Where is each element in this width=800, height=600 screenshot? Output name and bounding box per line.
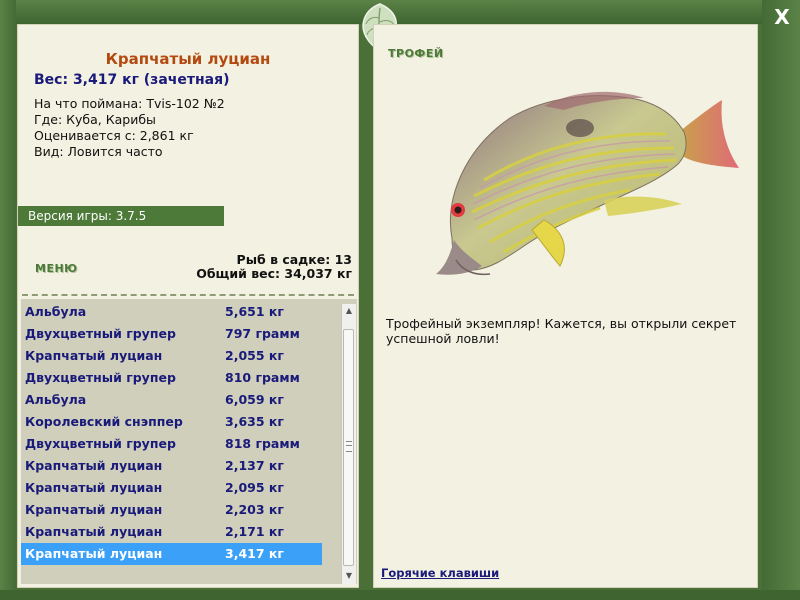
trophy-window: X Крапчатый луциан Вес: 3,417 кг (зачетн… [0,0,800,600]
catch-fish-name: Крапчатый луциан [25,348,163,363]
catch-fish-weight: 6,059 кг [225,392,284,407]
keepnet-total-weight: Общий вес: 34,037 кг [196,266,352,281]
catch-fish-name: Двухцветный групер [25,436,176,451]
catch-fish-weight: 2,137 кг [225,458,284,473]
catch-list-row[interactable]: Крапчатый луциан 2,203 кг [21,499,322,521]
catch-list-row[interactable]: Крапчатый луциан 2,055 кг [21,345,322,367]
game-version-bar: Версия игры: 3.7.5 [18,206,224,226]
frequency-info: Вид: Ловится часто [34,144,163,159]
list-scrollbar[interactable]: ▲ ▼ [341,304,356,584]
scroll-up-icon[interactable]: ▲ [342,304,356,318]
location-info: Где: Куба, Карибы [34,112,156,127]
catch-fish-name: Крапчатый луциан [25,502,163,517]
catch-list-row[interactable]: Альбула 5,651 кг [21,301,322,323]
trophy-description: Трофейный экземпляр! Кажется, вы открыли… [386,316,737,346]
catch-fish-name: Крапчатый луциан [25,546,163,561]
scroll-grip-icon [346,441,352,452]
catch-list-row[interactable]: Королевский снэппер 3,635 кг [21,411,322,433]
trophy-panel: ТРОФЕЙ Трофейный экземпляр! Кажется, вы … [373,24,758,588]
catch-fish-name: Альбула [25,392,87,407]
divider [22,294,354,296]
catch-list-row[interactable]: Альбула 6,059 кг [21,389,322,411]
bait-info: На что поймана: Tvis-102 №2 [34,96,225,111]
catch-list-row[interactable]: Крапчатый луциан 2,095 кг [21,477,322,499]
catch-fish-weight: 2,171 кг [225,524,284,539]
scroll-thumb[interactable] [343,329,354,566]
catch-fish-weight: 818 грамм [225,436,300,451]
close-icon[interactable]: X [771,6,793,28]
catch-fish-weight: 2,095 кг [225,480,284,495]
catch-list-row[interactable]: Двухцветный групер 818 грамм [21,433,322,455]
catch-fish-name: Королевский снэппер [25,414,183,429]
catch-list-row[interactable]: Крапчатый луциан 2,171 кг [21,521,322,543]
catch-fish-name: Альбула [25,304,87,319]
catch-fish-weight: 2,203 кг [225,502,284,517]
catch-list-row[interactable]: Крапчатый луциан 2,137 кг [21,455,322,477]
catch-fish-name: Крапчатый луциан [25,524,163,539]
catch-fish-weight: 3,635 кг [225,414,284,429]
fish-weight: Вес: 3,417 кг (зачетная) [34,72,230,88]
hotkeys-link[interactable]: Горячие клавиши [381,566,499,580]
catch-fish-weight: 3,417 кг [225,546,284,561]
catch-list[interactable]: Альбула 5,651 кг Двухцветный групер 797 гра… [21,299,357,584]
trophy-label: ТРОФЕЙ [388,47,444,60]
fish-illustration [436,91,739,276]
catch-list-row[interactable]: Двухцветный групер 810 грамм [21,367,322,389]
catch-fish-name: Двухцветный групер [25,326,176,341]
catch-fish-weight: 2,055 кг [225,348,284,363]
catch-fish-name: Двухцветный групер [25,370,176,385]
keepnet-count: Рыб в садке: 13 [236,252,352,267]
rated-from-info: Оценивается с: 2,861 кг [34,128,194,143]
scroll-down-icon[interactable]: ▼ [342,569,356,583]
catch-fish-name: Крапчатый луциан [25,458,163,473]
catch-fish-weight: 5,651 кг [225,304,284,319]
catch-panel: Крапчатый луциан Вес: 3,417 кг (зачетная… [17,24,359,588]
window-frame-right [762,0,800,600]
catch-fish-name: Крапчатый луциан [25,480,163,495]
catch-fish-weight: 810 грамм [225,370,300,385]
catch-fish-weight: 797 грамм [225,326,300,341]
window-frame-left [0,0,16,600]
fish-title: Крапчатый луциан [105,50,271,68]
menu-button[interactable]: МЕНЮ [35,262,78,275]
catch-list-row[interactable]: Двухцветный групер 797 грамм [21,323,322,345]
catch-list-row[interactable]: Крапчатый луциан 3,417 кг [21,543,322,565]
window-frame-bottom [0,590,800,600]
